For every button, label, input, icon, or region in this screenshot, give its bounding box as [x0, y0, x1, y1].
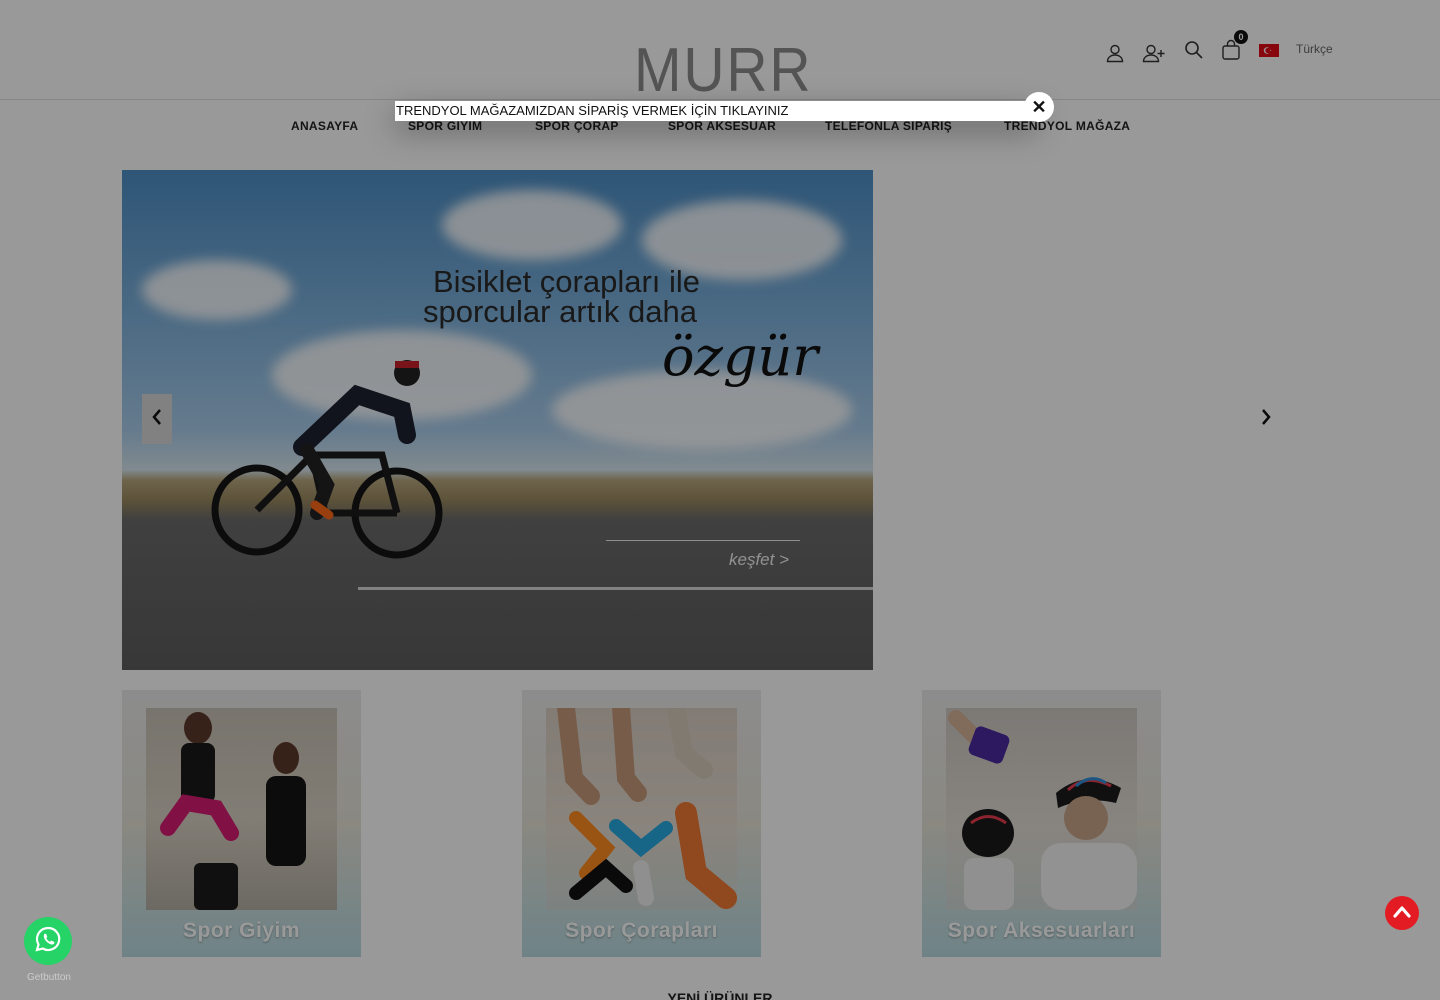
- whatsapp-icon: [34, 925, 62, 958]
- scroll-top-button[interactable]: [1385, 896, 1419, 930]
- whatsapp-button[interactable]: [24, 917, 72, 965]
- popup-close-button[interactable]: ✕: [1024, 92, 1054, 122]
- modal-backdrop[interactable]: [0, 0, 1440, 1000]
- whatsapp-label: Getbutton: [27, 972, 71, 983]
- close-icon: ✕: [1031, 96, 1047, 117]
- scroll-top-icon: [1393, 904, 1411, 923]
- trendyol-popup-link[interactable]: TRENDYOL MAĞAZAMIZDAN SİPARİŞ VERMEK İÇİ…: [395, 101, 1038, 121]
